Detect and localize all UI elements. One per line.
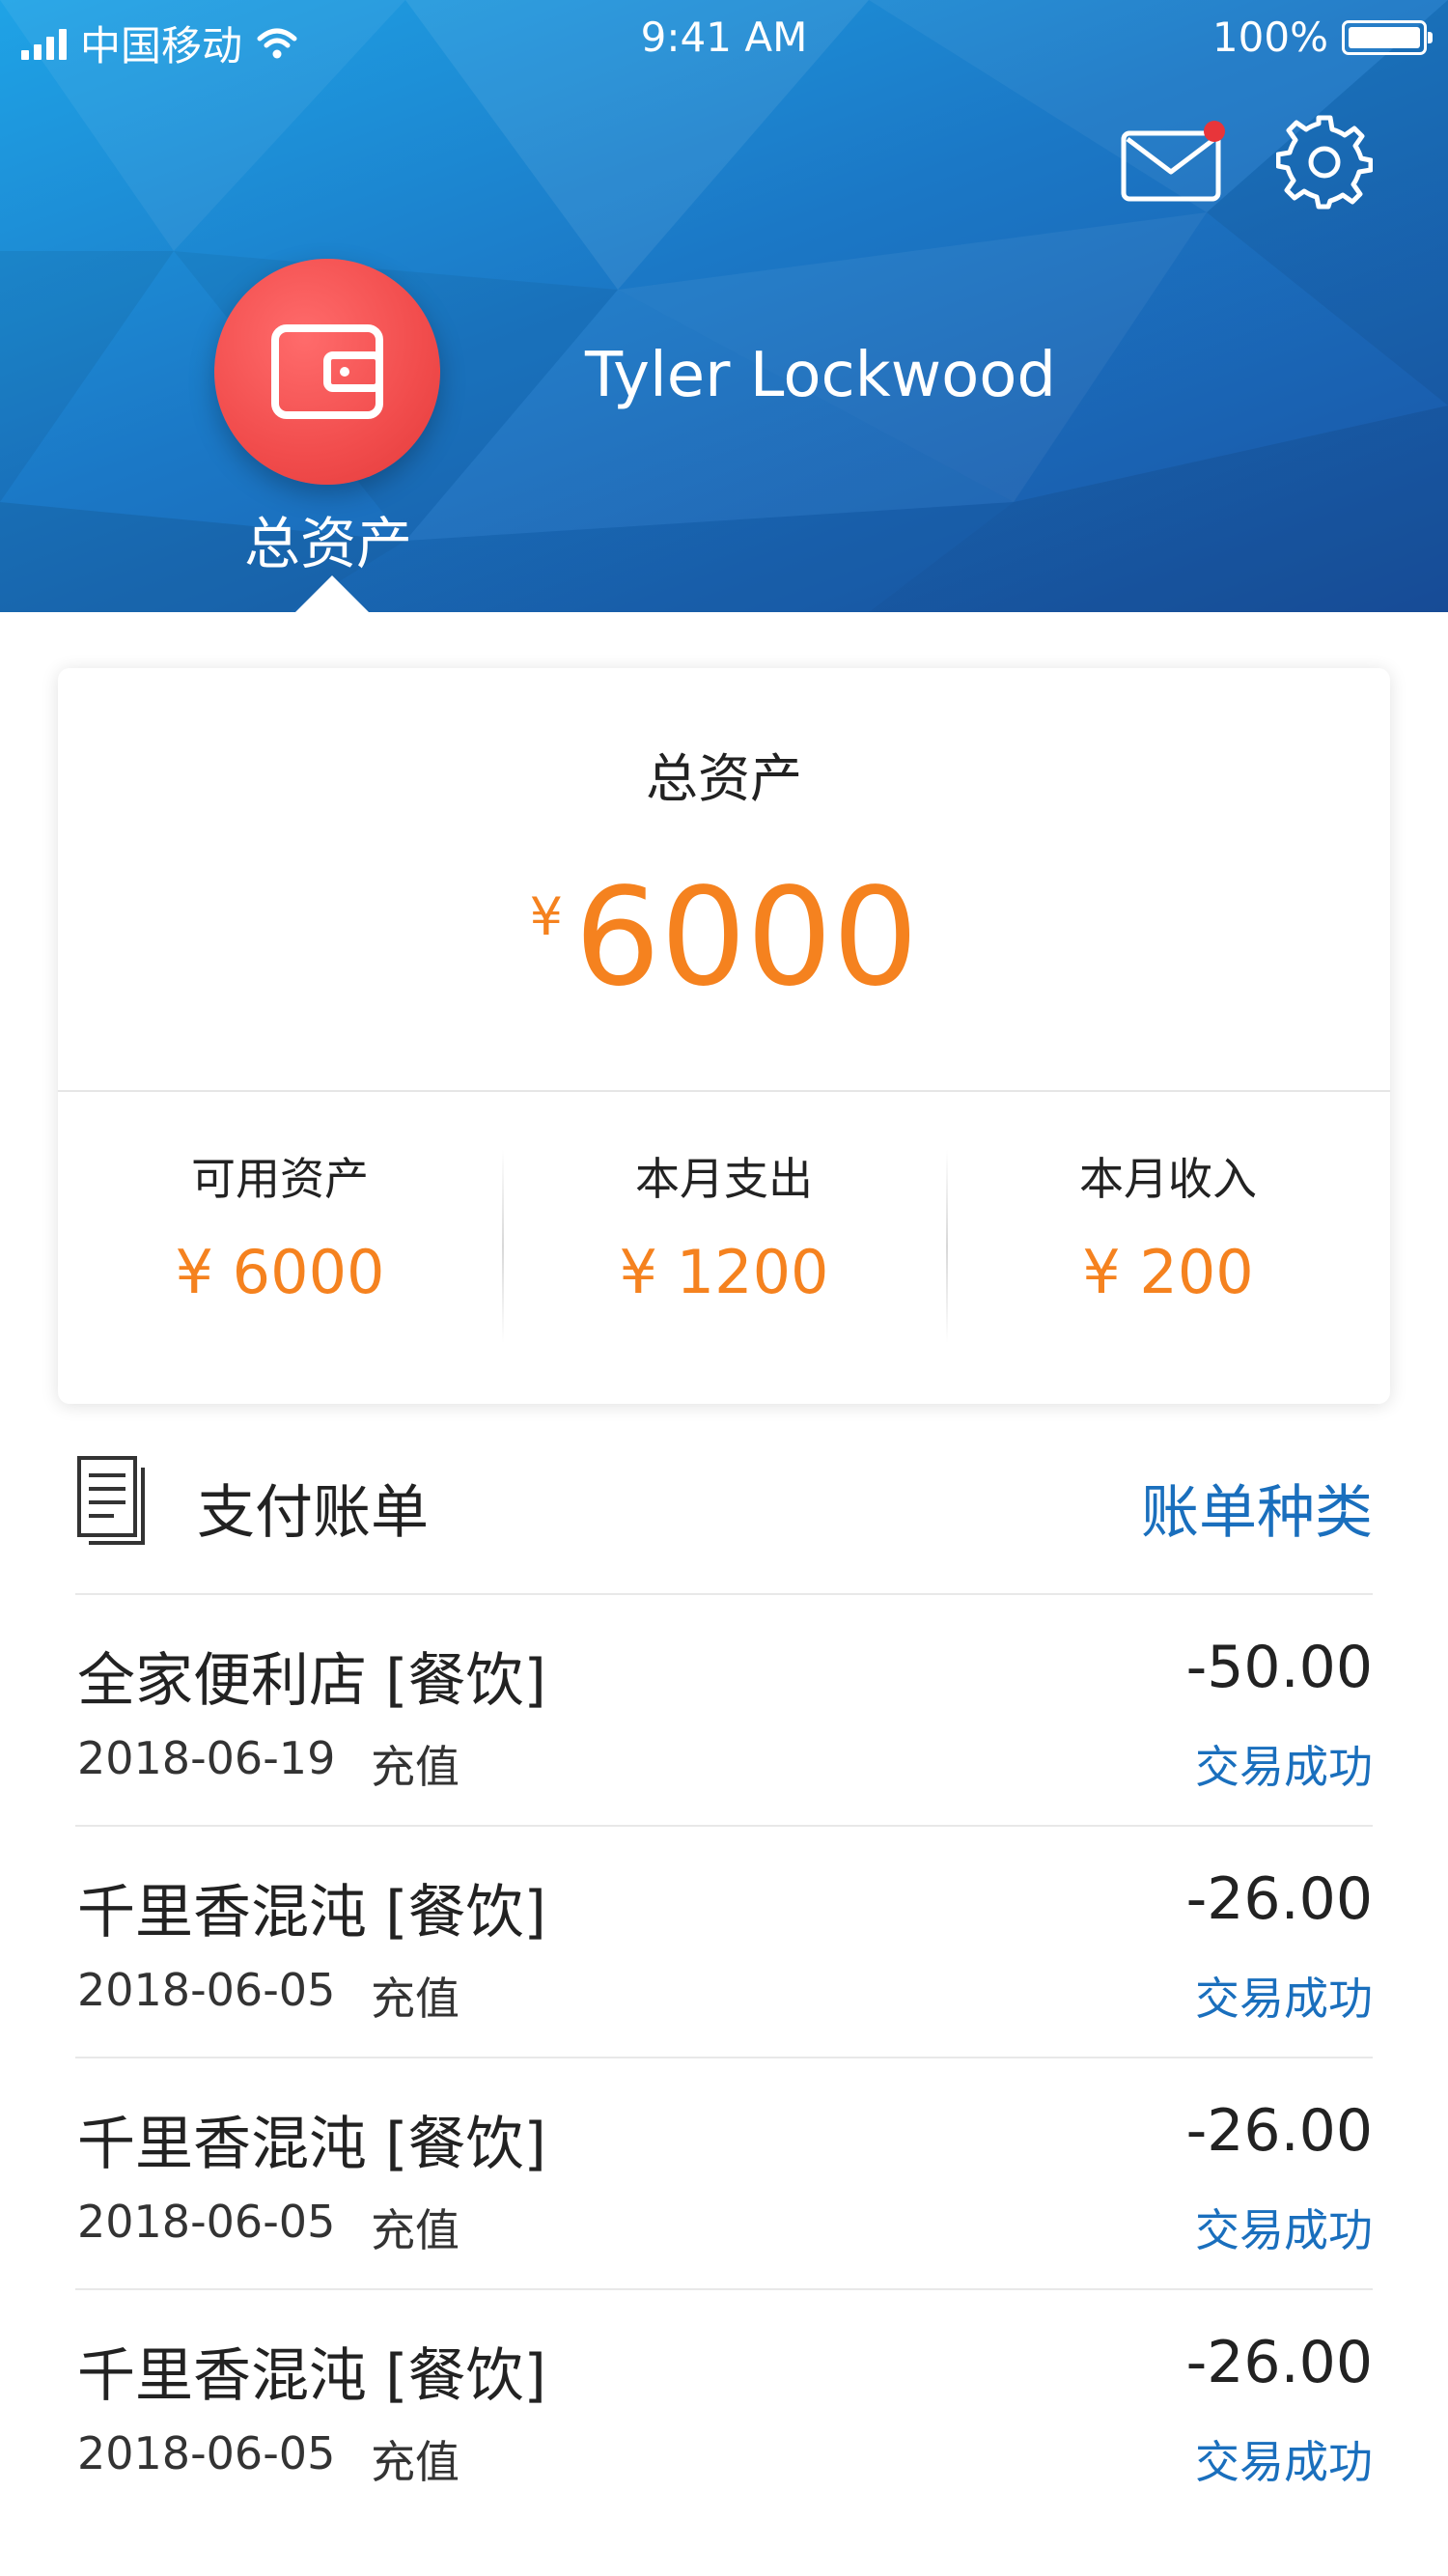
bills-header: 支付账单 账单种类 [75,1448,1373,1554]
bill-merchant: 千里香混沌 [餐饮] [77,2111,546,2178]
stats-row: 可用资产 ¥ 6000 本月支出 ¥ 1200 本月收入 ¥ 200 [58,1092,1390,1404]
status-bar: 中国移动 9:41 AM 100% [0,0,1448,77]
notification-dot [1204,121,1225,142]
total-assets: ¥6000 [58,871,1390,1006]
mail-icon [1121,121,1225,202]
stat-label: 本月支出 [635,1153,813,1205]
card-title: 总资产 [646,748,802,809]
asset-summary-card: 总资产 ¥6000 可用资产 ¥ 6000 本月支出 ¥ 1200 本月收入 ¥… [58,668,1390,1404]
avatar[interactable] [214,259,440,485]
header-banner: 中国移动 9:41 AM 100% 总资产 Tyler Lockwood [0,0,1448,612]
bill-row[interactable]: 千里香混沌 [餐饮] -26.00 2018-06-05 充值 交易成功 [75,1827,1373,2057]
avatar-label: 总资产 [243,511,412,576]
gear-icon [1275,115,1374,210]
bill-amount: -26.00 [1185,2097,1373,2165]
bill-date: 2018-06-05 [77,1964,336,2016]
stat-monthly-expense[interactable]: 本月支出 ¥ 1200 [502,1092,946,1404]
stat-label: 本月收入 [1079,1153,1257,1205]
wallet-icon [271,324,383,419]
stat-value: ¥ 200 [1082,1237,1254,1307]
bill-type: 充值 [371,1973,459,2025]
bill-amount: -26.00 [1185,1865,1373,1933]
stat-value: ¥ 6000 [175,1237,385,1307]
bill-category-link[interactable]: 账单种类 [1141,1466,1373,1550]
bill-row[interactable]: 全家便利店 [餐饮] -50.00 2018-06-19 充值 交易成功 [75,1595,1373,1825]
battery-icon [1342,19,1433,55]
bill-merchant: 千里香混沌 [餐饮] [77,2342,546,2410]
bill-merchant: 全家便利店 [餐饮] [77,1647,546,1715]
bill-document-icon [77,1456,145,1545]
bill-date: 2018-06-19 [77,1732,336,1784]
bill-row[interactable]: 千里香混沌 [餐饮] -26.00 2018-06-05 充值 交易成功 [75,2290,1373,2520]
mail-button[interactable] [1120,120,1226,205]
battery-percent: 100% [1211,14,1328,61]
tab-pointer [295,575,369,612]
stat-value: ¥ 1200 [619,1237,829,1307]
settings-button[interactable] [1275,114,1374,210]
bill-type: 充值 [371,1741,459,1793]
currency-symbol: ¥ [529,886,564,947]
bill-amount: -26.00 [1185,2329,1373,2396]
bill-status: 交易成功 [1195,1741,1373,1793]
bill-row[interactable]: 千里香混沌 [餐饮] -26.00 2018-06-05 充值 交易成功 [75,2058,1373,2288]
stat-available[interactable]: 可用资产 ¥ 6000 [58,1092,502,1404]
bills-title: 支付账单 [197,1479,429,1547]
bill-date: 2018-06-05 [77,2427,336,2479]
bill-status: 交易成功 [1195,1973,1373,2025]
stat-monthly-income[interactable]: 本月收入 ¥ 200 [946,1092,1390,1404]
bill-date: 2018-06-05 [77,2196,336,2248]
bill-status: 交易成功 [1195,2204,1373,2256]
bill-merchant: 千里香混沌 [餐饮] [77,1879,546,1946]
user-name: Tyler Lockwood [584,340,1057,411]
bill-amount: -50.00 [1185,1634,1373,1701]
bill-status: 交易成功 [1195,2436,1373,2488]
bill-type: 充值 [371,2436,459,2488]
stat-label: 可用资产 [191,1153,369,1205]
bill-type: 充值 [371,2204,459,2256]
total-amount: 6000 [574,859,919,1017]
